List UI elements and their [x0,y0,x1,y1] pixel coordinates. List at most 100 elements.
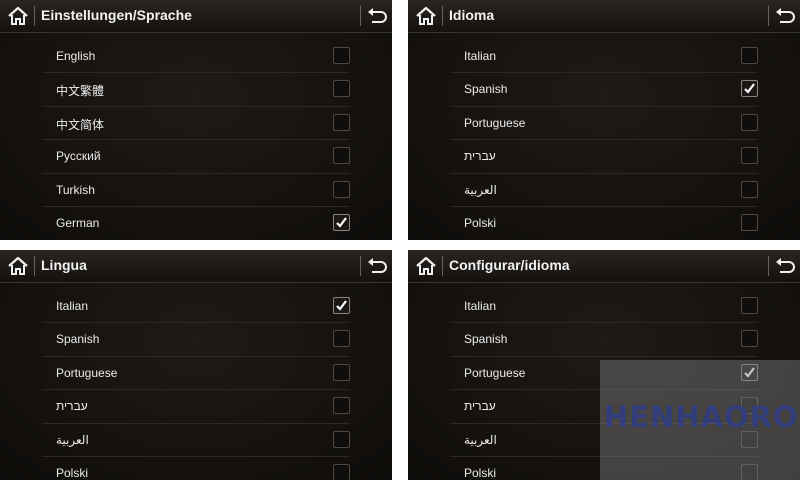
language-list: Italian Spanish Portuguese עברית العربية… [0,290,392,480]
checkbox[interactable] [333,330,350,348]
language-label: 中文繁體 [56,84,105,99]
language-option[interactable]: Polski [42,457,350,480]
language-option[interactable]: עברית [42,390,350,424]
checkbox[interactable] [741,330,758,348]
back-arrow-icon [368,8,387,23]
language-option[interactable]: Spanish [450,73,758,107]
language-label: Русский [56,149,101,164]
language-option[interactable]: עברית [450,140,758,174]
language-option[interactable]: Italian [450,290,758,324]
language-option[interactable]: Русский [42,140,350,174]
back-button[interactable] [774,5,798,27]
checkbox[interactable] [333,47,350,64]
header-bar: Einstellungen/Sprache [0,0,392,33]
language-option[interactable]: Polski [450,207,758,239]
header-divider [768,256,769,276]
checkbox[interactable] [741,180,758,198]
language-option[interactable]: Turkish [42,174,350,207]
language-option[interactable]: German [42,207,350,239]
back-arrow-icon [776,258,795,273]
language-label: Spanish [56,332,100,347]
checkbox-checked[interactable] [741,80,758,98]
language-label: Polski [56,465,89,480]
language-label: English [56,49,96,63]
language-label: العربية [464,432,497,447]
language-label: 中文简体 [56,117,105,132]
header-bar: Configurar/idioma [408,250,800,283]
checkbox[interactable] [741,213,758,231]
header-bar: Idioma [408,0,800,33]
watermark-text: HENHAORO [604,400,799,434]
language-option[interactable]: العربية [450,174,758,207]
language-option[interactable]: Portuguese [450,107,758,141]
language-label: Italian [464,299,497,313]
language-label: Portuguese [56,365,118,380]
header-divider [360,6,361,26]
home-button[interactable] [414,4,438,28]
checkbox[interactable] [333,463,350,480]
language-option[interactable]: العربية [42,424,350,457]
language-label: العربية [56,432,89,447]
home-icon [416,256,436,275]
language-label: Italian [56,299,89,313]
page-title: Einstellungen/Sprache [41,7,192,23]
checkbox[interactable] [333,180,350,198]
language-label: עברית [464,149,496,164]
checkbox-checked[interactable] [333,213,350,231]
back-arrow-icon [776,8,795,23]
home-icon [8,256,28,275]
language-label: Italian [464,49,497,63]
checkmark-icon [336,217,347,228]
checkbox[interactable] [333,113,350,131]
language-option[interactable]: Italian [450,40,758,74]
language-label: עברית [56,399,88,414]
checkbox[interactable] [741,147,758,165]
back-arrow-icon [368,258,387,273]
language-label: German [56,215,100,230]
checkbox[interactable] [741,113,758,131]
back-button[interactable] [366,255,390,277]
checkbox[interactable] [333,363,350,381]
page-title: Configurar/idioma [449,257,570,273]
checkbox[interactable] [741,47,758,64]
page-title: Lingua [41,257,87,273]
home-button[interactable] [414,254,438,278]
header-divider [442,256,443,276]
checkbox[interactable] [333,397,350,415]
checkmark-icon [336,300,347,311]
language-option[interactable]: Spanish [450,323,758,357]
header-divider [360,256,361,276]
language-panel-spanish: Idioma Italian Spanish Portuguese עברית … [408,0,800,240]
checkbox[interactable] [333,430,350,448]
header-divider [442,6,443,26]
language-option[interactable]: Italian [42,290,350,324]
language-list: Italian Spanish Portuguese עברית العربية… [408,40,800,239]
language-label: עברית [464,399,496,414]
language-option[interactable]: Portuguese [42,357,350,391]
header-divider [34,6,35,26]
page-title: Idioma [449,7,495,23]
back-button[interactable] [774,255,798,277]
checkbox[interactable] [333,147,350,165]
header-divider [34,256,35,276]
home-button[interactable] [6,254,30,278]
checkbox[interactable] [741,297,758,314]
home-icon [8,6,28,25]
home-button[interactable] [6,4,30,28]
language-panel-italian: Lingua Italian Spanish Portuguese עברית … [0,250,392,480]
home-icon [416,6,436,25]
checkbox[interactable] [333,80,350,98]
language-option[interactable]: English [42,40,350,74]
language-label: Turkish [56,182,95,197]
header-divider [768,6,769,26]
language-option[interactable]: 中文简体 [42,107,350,141]
back-button[interactable] [366,5,390,27]
header-bar: Lingua [0,250,392,283]
language-option[interactable]: Spanish [42,323,350,357]
checkmark-icon [744,83,755,95]
checkbox-checked[interactable] [333,297,350,314]
language-list: English 中文繁體 中文简体 Русский Turkish German [0,40,392,239]
language-label: Polski [464,215,497,230]
language-label: Spanish [464,332,508,347]
language-option[interactable]: 中文繁體 [42,73,350,107]
